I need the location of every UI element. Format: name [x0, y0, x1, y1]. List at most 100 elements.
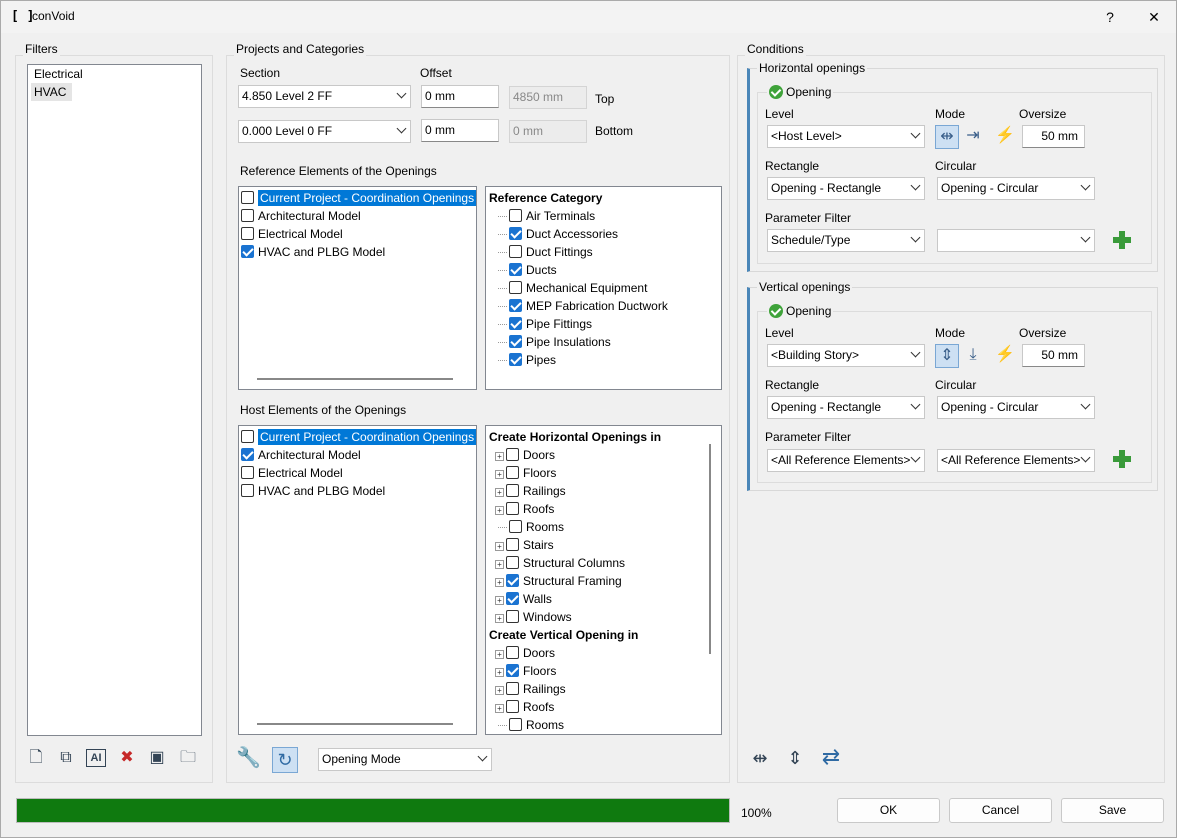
category-item[interactable]: Pipe Insulations — [489, 333, 721, 351]
ok-button[interactable]: OK — [837, 798, 940, 823]
swap-icon[interactable]: ⇄ — [817, 746, 845, 768]
checkbox[interactable] — [506, 610, 519, 623]
checkbox[interactable] — [506, 466, 519, 479]
vertical-level-select[interactable]: <Building Story> — [767, 344, 925, 367]
checkbox[interactable] — [506, 556, 519, 569]
host-model-item[interactable]: Current Project - Coordination Openings — [241, 428, 477, 446]
reference-models-list[interactable]: Current Project - Coordination Openings … — [238, 186, 477, 390]
category-item[interactable]: Air Terminals — [489, 207, 721, 225]
vertical-item[interactable]: + Roofs — [489, 698, 721, 716]
horizontal-item[interactable]: + Railings — [489, 482, 721, 500]
reference-model-item[interactable]: Architectural Model — [241, 207, 476, 225]
vertical-circular-select[interactable]: Opening - Circular — [937, 396, 1095, 419]
host-model-item[interactable]: Electrical Model — [241, 464, 476, 482]
checkbox[interactable] — [241, 484, 254, 497]
save-button[interactable]: Save — [1061, 798, 1164, 823]
horizontal-item[interactable]: + Stairs — [489, 536, 721, 554]
horizontal-item[interactable]: + Windows — [489, 608, 721, 626]
bottom-section-select[interactable]: 0.000 Level 0 FF — [238, 120, 411, 143]
mode-vert-split-icon[interactable]: ⚡ — [993, 344, 1017, 368]
horizontal-rectangle-select[interactable]: Opening - Rectangle — [767, 177, 925, 200]
cancel-button[interactable]: Cancel — [949, 798, 1052, 823]
checkbox[interactable] — [506, 646, 519, 659]
checkbox[interactable] — [509, 335, 522, 348]
checkbox[interactable] — [506, 700, 519, 713]
expand-icon[interactable]: + — [495, 686, 504, 695]
checkbox[interactable] — [509, 353, 522, 366]
category-item[interactable]: Mechanical Equipment — [489, 279, 721, 297]
expand-icon[interactable]: + — [495, 668, 504, 677]
vertical-item[interactable]: Rooms — [489, 716, 721, 734]
vertical-rectangle-select[interactable]: Opening - Rectangle — [767, 396, 925, 419]
horizontal-item[interactable]: + Floors — [489, 464, 721, 482]
vertical-item[interactable]: + Doors — [489, 644, 721, 662]
checkbox[interactable] — [506, 574, 519, 587]
expand-icon[interactable]: + — [495, 506, 504, 515]
bottom-offset-input[interactable]: 0 mm — [421, 119, 499, 142]
vertical-param-select-1[interactable]: <All Reference Elements> — [767, 449, 925, 472]
expand-icon[interactable]: + — [495, 704, 504, 713]
add-filter-icon[interactable] — [1112, 230, 1132, 250]
reference-model-item[interactable]: Current Project - Coordination Openings — [241, 189, 477, 207]
vertical-scrollbar[interactable] — [709, 444, 711, 654]
host-model-item[interactable]: Architectural Model — [241, 446, 476, 464]
refresh-icon[interactable]: ↻ — [272, 747, 298, 773]
horizontal-item[interactable]: + Walls — [489, 590, 721, 608]
reference-category-tree[interactable]: Reference Category Air Terminals Duct Ac… — [485, 186, 722, 390]
checkbox[interactable] — [509, 263, 522, 276]
horizontal-param-select-1[interactable]: Schedule/Type — [767, 229, 925, 252]
filter-item-electrical[interactable]: Electrical — [28, 65, 201, 83]
horizontal-level-select[interactable]: <Host Level> — [767, 125, 925, 148]
checkbox[interactable] — [509, 245, 522, 258]
category-item[interactable]: Pipe Fittings — [489, 315, 721, 333]
top-offset-input[interactable]: 0 mm — [421, 85, 499, 108]
help-button[interactable]: ? — [1088, 1, 1132, 33]
category-item[interactable]: Pipes — [489, 351, 721, 369]
checkbox[interactable] — [241, 448, 254, 461]
expand-icon[interactable]: + — [495, 452, 504, 461]
host-models-list[interactable]: Current Project - Coordination Openings … — [238, 425, 477, 735]
checkbox[interactable] — [509, 299, 522, 312]
expand-icon[interactable]: + — [495, 614, 504, 623]
save-filter-icon[interactable]: ▣ — [146, 747, 168, 769]
vertical-item[interactable]: + Floors — [489, 662, 721, 680]
mode-split-icon[interactable]: ⚡ — [993, 125, 1017, 149]
category-item[interactable]: Duct Fittings — [489, 243, 721, 261]
checkbox[interactable] — [506, 592, 519, 605]
vertical-param-select-2[interactable]: <All Reference Elements> — [937, 449, 1095, 472]
horizontal-oversize-input[interactable]: 50 mm — [1022, 125, 1085, 148]
checkbox[interactable] — [506, 502, 519, 515]
expand-icon[interactable]: + — [495, 560, 504, 569]
host-category-tree[interactable]: Create Horizontal Openings in + Doors + Fl… — [485, 425, 722, 735]
horizontal-circular-select[interactable]: Opening - Circular — [937, 177, 1095, 200]
horizontal-item[interactable]: + Roofs — [489, 500, 721, 518]
filter-item-hvac[interactable]: HVAC — [31, 83, 72, 101]
category-item[interactable]: Duct Accessories — [489, 225, 721, 243]
expand-icon[interactable]: + — [495, 596, 504, 605]
checkbox[interactable] — [509, 520, 522, 533]
mode-side-icon[interactable]: ⇥ — [961, 125, 985, 149]
category-item[interactable]: MEP Fabrication Ductwork — [489, 297, 721, 315]
host-model-item[interactable]: HVAC and PLBG Model — [241, 482, 476, 500]
expand-icon[interactable]: + — [495, 488, 504, 497]
expand-icon[interactable]: + — [495, 650, 504, 659]
delete-filter-icon[interactable]: ✖ — [116, 747, 138, 769]
horizontal-item[interactable]: + Doors — [489, 446, 721, 464]
reference-model-item[interactable]: Electrical Model — [241, 225, 476, 243]
horizontal-scrollbar[interactable] — [257, 723, 453, 725]
rename-filter-icon[interactable]: AI — [86, 749, 106, 767]
checkbox[interactable] — [509, 317, 522, 330]
horizontal-mode-icon[interactable]: ⇹ — [748, 747, 772, 769]
category-item[interactable]: Ducts — [489, 261, 721, 279]
mode-rect-icon[interactable]: ⇹ — [935, 125, 959, 149]
checkbox[interactable] — [509, 718, 522, 731]
checkbox[interactable] — [241, 430, 254, 443]
checkbox[interactable] — [506, 538, 519, 551]
expand-icon[interactable]: + — [495, 470, 504, 479]
open-folder-icon[interactable]: 🗀 — [177, 747, 199, 769]
expand-icon[interactable]: + — [495, 578, 504, 587]
checkbox[interactable] — [241, 209, 254, 222]
checkbox[interactable] — [241, 466, 254, 479]
checkbox[interactable] — [506, 664, 519, 677]
mode-vert-top-icon[interactable]: ⤓ — [961, 344, 985, 368]
